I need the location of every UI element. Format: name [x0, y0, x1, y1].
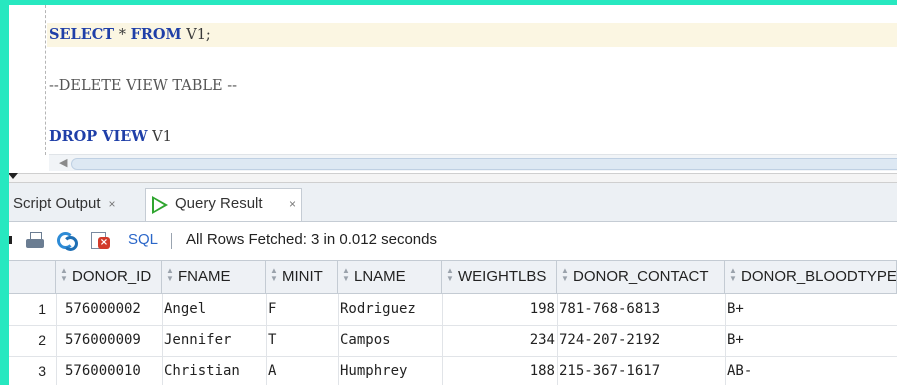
cell-lname[interactable]: Campos	[340, 325, 440, 356]
cell-minit[interactable]: F	[268, 294, 336, 325]
sort-icon[interactable]: ▲ ▼	[446, 267, 455, 283]
column-header-label: FNAME	[178, 268, 231, 285]
column-header-label: DONOR_BLOODTYPE	[741, 268, 897, 285]
cell-fname[interactable]: Angel	[164, 294, 264, 325]
cell-donor-contact[interactable]: 781-768-6813	[559, 294, 723, 325]
code-view-name: V1	[147, 129, 172, 145]
column-divider	[338, 294, 339, 385]
code-line-drop[interactable]: DROP VIEW V1	[49, 125, 172, 149]
cell-donor-contact[interactable]: 215-367-1617	[559, 356, 723, 385]
column-header-lname[interactable]: ▲ ▼ LNAME	[338, 260, 442, 294]
column-divider	[56, 294, 57, 385]
collapse-arrow-icon[interactable]	[9, 173, 18, 179]
code-view-name: V1;	[181, 27, 211, 43]
column-divider	[725, 294, 726, 385]
cell-weightlbs[interactable]: 234	[444, 325, 555, 356]
sql-developer-window: SELECT * FROM V1; --DELETE VIEW TABLE --…	[9, 5, 897, 385]
column-divider	[266, 294, 267, 385]
cell-donor-id[interactable]: 576000009	[65, 325, 161, 356]
column-header-donor-contact[interactable]: ▲ ▼ DONOR_CONTACT	[557, 260, 725, 294]
keyword-drop-view: DROP VIEW	[49, 128, 148, 145]
sort-icon[interactable]: ▲ ▼	[270, 267, 279, 283]
table-row[interactable]: 1 576000002 Angel F Rodriguez 198 781-76…	[9, 294, 897, 326]
cell-donor-contact[interactable]: 724-207-2192	[559, 325, 723, 356]
cell-minit[interactable]: A	[268, 356, 336, 385]
sort-icon[interactable]: ▲ ▼	[561, 267, 570, 283]
column-header-donor-id[interactable]: ▲ ▼ DONOR_ID	[56, 260, 162, 294]
tab-label: Script Output	[13, 195, 101, 212]
tab-label: Query Result	[175, 195, 263, 212]
column-header-weightlbs[interactable]: ▲ ▼ WEIGHTLBS	[442, 260, 557, 294]
panel-splitter[interactable]	[9, 173, 897, 183]
column-divider	[442, 294, 443, 385]
column-divider	[557, 294, 558, 385]
column-header-label: MINIT	[282, 268, 323, 285]
code-line-select[interactable]: SELECT * FROM V1;	[47, 23, 897, 47]
run-query-icon	[152, 196, 168, 214]
cell-fname[interactable]: Jennifer	[164, 325, 264, 356]
cell-minit[interactable]: T	[268, 325, 336, 356]
column-header-minit[interactable]: ▲ ▼ MINIT	[266, 260, 338, 294]
column-header-label: DONOR_CONTACT	[573, 268, 709, 285]
cell-weightlbs[interactable]: 188	[444, 356, 555, 385]
keyword-select: SELECT	[49, 26, 115, 43]
toolbar-separator	[171, 233, 172, 249]
cell-lname[interactable]: Humphrey	[340, 356, 440, 385]
column-header-donor-bloodtype[interactable]: ▲ ▼ DONOR_BLOODTYPE	[725, 260, 897, 294]
row-number: 2	[38, 332, 46, 348]
row-number: 3	[38, 363, 46, 379]
code-comment: --DELETE VIEW TABLE --	[49, 78, 238, 94]
scroll-left-icon[interactable]: ◀	[59, 156, 67, 169]
editor-gutter-divider	[45, 5, 46, 155]
close-icon[interactable]: ×	[109, 197, 116, 211]
cell-weightlbs[interactable]: 198	[444, 294, 555, 325]
results-toolbar: × SQL All Rows Fetched: 3 in 0.012 secon…	[9, 222, 897, 258]
results-tab-bar: Script Output × Query Result ×	[9, 183, 897, 222]
column-divider	[162, 294, 163, 385]
column-header-fname[interactable]: ▲ ▼ FNAME	[162, 260, 266, 294]
sort-icon[interactable]: ▲ ▼	[729, 267, 738, 283]
cell-lname[interactable]: Rodriguez	[340, 294, 440, 325]
cell-donor-bloodtype[interactable]: B+	[727, 294, 895, 325]
refresh-icon[interactable]	[57, 232, 78, 251]
row-number: 1	[38, 301, 46, 317]
column-header-label: LNAME	[354, 268, 406, 285]
row-number-header	[9, 260, 56, 294]
editor-horizontal-scrollbar[interactable]: ◀	[49, 154, 897, 171]
sort-icon[interactable]: ▲ ▼	[166, 267, 175, 283]
code-line-comment[interactable]: --DELETE VIEW TABLE --	[49, 74, 237, 98]
column-header-label: DONOR_ID	[72, 268, 152, 285]
cell-donor-bloodtype[interactable]: B+	[727, 325, 895, 356]
cell-donor-id[interactable]: 576000010	[65, 356, 161, 385]
cell-donor-bloodtype[interactable]: AB-	[727, 356, 895, 385]
code-star: *	[114, 27, 131, 43]
cell-donor-id[interactable]: 576000002	[65, 294, 161, 325]
print-icon[interactable]	[26, 232, 44, 248]
sql-editor[interactable]: SELECT * FROM V1; --DELETE VIEW TABLE --…	[9, 5, 897, 173]
scrollbar-thumb[interactable]	[71, 158, 897, 170]
delete-icon[interactable]: ×	[91, 232, 110, 249]
close-icon[interactable]: ×	[289, 189, 296, 219]
cell-fname[interactable]: Christian	[164, 356, 264, 385]
pin-icon[interactable]	[9, 236, 12, 244]
sort-icon[interactable]: ▲ ▼	[342, 267, 351, 283]
sql-button[interactable]: SQL	[128, 230, 158, 250]
table-row[interactable]: 3 576000010 Christian A Humphrey 188 215…	[9, 356, 897, 385]
tab-query-result[interactable]: Query Result ×	[145, 188, 302, 221]
table-row[interactable]: 2 576000009 Jennifer T Campos 234 724-20…	[9, 325, 897, 357]
fetch-status: All Rows Fetched: 3 in 0.012 seconds	[186, 231, 437, 248]
sort-icon[interactable]: ▲ ▼	[60, 267, 69, 283]
column-header-label: WEIGHTLBS	[458, 268, 547, 285]
keyword-from: FROM	[130, 26, 182, 43]
tab-script-output[interactable]: Script Output ×	[13, 189, 116, 219]
